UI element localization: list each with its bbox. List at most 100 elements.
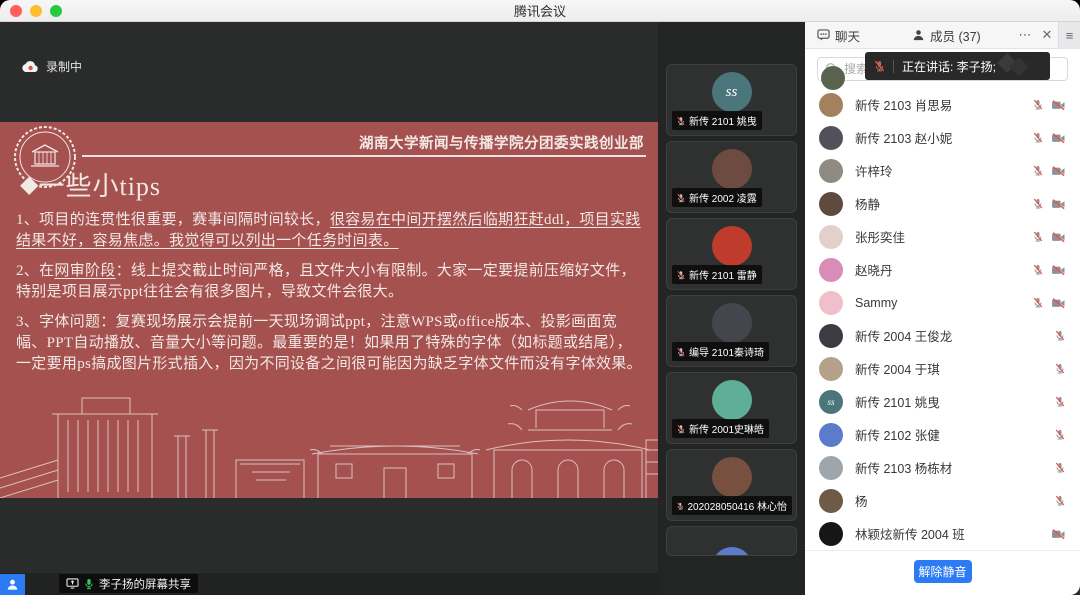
avatar: [819, 93, 843, 117]
member-row[interactable]: 新传 2103 肖思易: [805, 88, 1080, 121]
avatar: ss: [819, 390, 843, 414]
member-name: 杨: [855, 491, 1054, 510]
camera-off-icon: [1051, 528, 1066, 540]
mic-muted-icon: [1032, 296, 1044, 309]
avatar: [712, 226, 752, 266]
avatar: [712, 303, 752, 343]
slide-org-header: 湖南大学新闻与传播学院分团委实践创业部: [359, 132, 644, 153]
shared-slide: 湖南大学新闻与传播学院分团委实践创业部 ◆ 一些小tips 1、项目的连贯性很重…: [0, 122, 658, 498]
avatar: [819, 159, 843, 183]
participants-corner-button[interactable]: [0, 574, 25, 595]
member-row[interactable]: 张彤奕佳: [805, 220, 1080, 253]
mic-muted-icon: [1032, 197, 1044, 210]
diamond-bullet-icon: ◆: [20, 173, 38, 197]
member-row[interactable]: ss 新传 2101 姚曳: [805, 385, 1080, 418]
mic-muted-icon: [1054, 461, 1066, 474]
member-row[interactable]: 杨: [805, 484, 1080, 517]
chat-bubble-icon: [817, 29, 830, 41]
video-thumbnail-strip: ss 新传 2101 姚曳: [658, 22, 805, 595]
camera-off-icon: [1051, 132, 1066, 144]
more-options-icon[interactable]: ⋯: [1014, 27, 1036, 43]
screen-share-badge: 李子扬的屏幕共享: [59, 574, 198, 593]
avatar: [819, 126, 843, 150]
mic-muted-icon: [676, 501, 684, 511]
speaking-toast: 正在讲话: 李子扬;: [865, 52, 1050, 80]
close-panel-icon[interactable]: ✕: [1036, 27, 1058, 43]
unmute-button[interactable]: 解除静音: [914, 560, 972, 583]
tile-name-badge: 新传 2002 凌露: [672, 188, 762, 207]
camera-off-icon: [1051, 264, 1066, 276]
tab-chat[interactable]: 聊天: [817, 26, 860, 45]
mic-muted-icon: [873, 59, 886, 73]
camera-off-icon: [1051, 297, 1066, 309]
avatar: [819, 291, 843, 315]
member-row[interactable]: Sammy: [805, 286, 1080, 319]
member-row[interactable]: 新传 2102 张健: [805, 418, 1080, 451]
member-row[interactable]: 新传 2004 于琪: [805, 352, 1080, 385]
member-row[interactable]: 许梓玲: [805, 154, 1080, 187]
window-titlebar: 腾讯会议: [0, 0, 1080, 22]
member-name: 新传 2103 赵小妮: [855, 128, 1032, 147]
member-row[interactable]: 新传 2103 赵小妮: [805, 121, 1080, 154]
member-name: 林颖炫新传 2004 班: [855, 524, 1051, 543]
video-tile[interactable]: ss 新传 2101 姚曳: [666, 64, 797, 136]
panel-handle-icon[interactable]: ≡: [1058, 22, 1080, 49]
recording-label: 录制中: [46, 58, 82, 75]
video-tile[interactable]: 编导 2101秦诗琦: [666, 295, 797, 367]
mic-muted-icon: [1054, 395, 1066, 408]
mic-muted-icon: [1032, 263, 1044, 276]
mic-muted-icon: [1054, 494, 1066, 507]
mic-muted-icon: [676, 347, 686, 357]
avatar: [712, 149, 752, 189]
member-name: 新传 2103 杨栋材: [855, 458, 1054, 477]
member-row[interactable]: 新传 2004 王俊龙: [805, 319, 1080, 352]
member-row[interactable]: 杨静: [805, 187, 1080, 220]
mic-muted-icon: [1032, 131, 1044, 144]
member-list: 新传 2103 肖思易: [805, 88, 1080, 550]
member-name: 新传 2004 王俊龙: [855, 326, 1054, 345]
slide-body-text: 1、项目的连贯性很重要，赛事间隔时间较长，很容易在中间开摆然后临期狂赶ddl，项…: [16, 210, 644, 384]
member-name: 新传 2103 肖思易: [855, 95, 1032, 114]
avatar: [819, 522, 843, 546]
avatar: [819, 225, 843, 249]
person-icon: [912, 29, 925, 41]
tencent-meeting-window: 腾讯会议 录制中 湖南大学: [0, 0, 1080, 595]
mic-on-icon: [84, 578, 94, 590]
camera-off-icon: [1051, 99, 1066, 111]
member-row[interactable]: 新传 2103 杨栋材: [805, 451, 1080, 484]
meeting-logo-watermark: [1000, 56, 1040, 78]
video-tile[interactable]: 新传 2101 雷静: [666, 218, 797, 290]
camera-off-icon: [1051, 231, 1066, 243]
member-name: 新传 2101 姚曳: [855, 392, 1054, 411]
recording-indicator: 录制中: [22, 58, 82, 75]
mic-muted-icon: [1054, 329, 1066, 342]
avatar: [819, 357, 843, 381]
tile-name-badge: 新传 2101 雷静: [672, 265, 762, 284]
video-tile[interactable]: 新传 2001史琳皓: [666, 372, 797, 444]
slide-title: ◆ 一些小tips: [20, 166, 161, 203]
screen-share-icon: [66, 578, 79, 589]
tile-name-badge: 202028050416 林心怡: [672, 496, 792, 515]
tile-name-badge: 编导 2101秦诗琦: [672, 342, 769, 361]
avatar: [821, 66, 845, 90]
member-name: 赵晓丹: [855, 260, 1032, 279]
video-tile-partial[interactable]: [666, 526, 797, 556]
avatar: [819, 456, 843, 480]
camera-off-icon: [1051, 165, 1066, 177]
panel-header: 聊天 成员 (37) ⋯ ✕ ≡: [805, 22, 1080, 49]
cloud-record-icon: [22, 60, 39, 73]
speaking-toast-text: 正在讲话: 李子扬;: [902, 58, 996, 75]
avatar: [819, 324, 843, 348]
slide-point: 1、项目的连贯性很重要，赛事间隔时间较长，很容易在中间开摆然后临期狂赶ddl，项…: [16, 210, 644, 252]
window-title: 腾讯会议: [0, 1, 1080, 20]
mic-muted-icon: [676, 270, 686, 280]
slide-point: 3、字体问题：复赛现场展示会提前一天现场调试ppt，注意WPS或office版本…: [16, 312, 644, 375]
tab-members[interactable]: 成员 (37): [912, 26, 981, 45]
member-row[interactable]: 赵晓丹: [805, 253, 1080, 286]
avatar: [819, 489, 843, 513]
member-row[interactable]: 林颖炫新传 2004 班: [805, 517, 1080, 550]
video-tile[interactable]: 202028050416 林心怡: [666, 449, 797, 521]
video-tile[interactable]: 新传 2002 凌露: [666, 141, 797, 213]
slide-divider-line: [82, 155, 646, 157]
avatar: [712, 547, 752, 556]
